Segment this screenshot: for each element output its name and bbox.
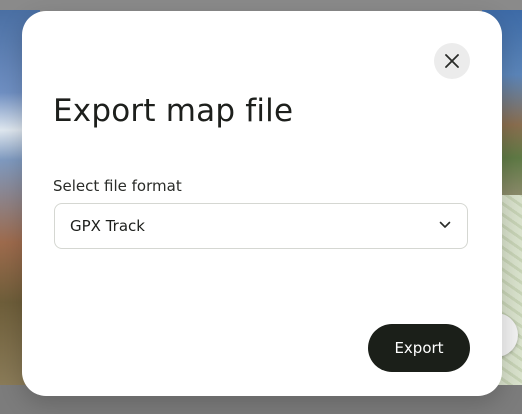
export-map-file-dialog: Export map file Select file format GPX T… — [22, 11, 502, 396]
page: Export map file Select file format GPX T… — [0, 0, 522, 414]
dialog-title: Export map file — [53, 93, 294, 129]
file-format-select[interactable]: GPX Track — [54, 203, 468, 249]
export-button[interactable]: Export — [368, 324, 470, 372]
file-format-label: Select file format — [53, 177, 182, 195]
close-button[interactable] — [434, 43, 470, 79]
chevron-down-icon — [439, 221, 451, 228]
close-icon — [445, 54, 459, 68]
file-format-selected-value: GPX Track — [70, 217, 145, 235]
